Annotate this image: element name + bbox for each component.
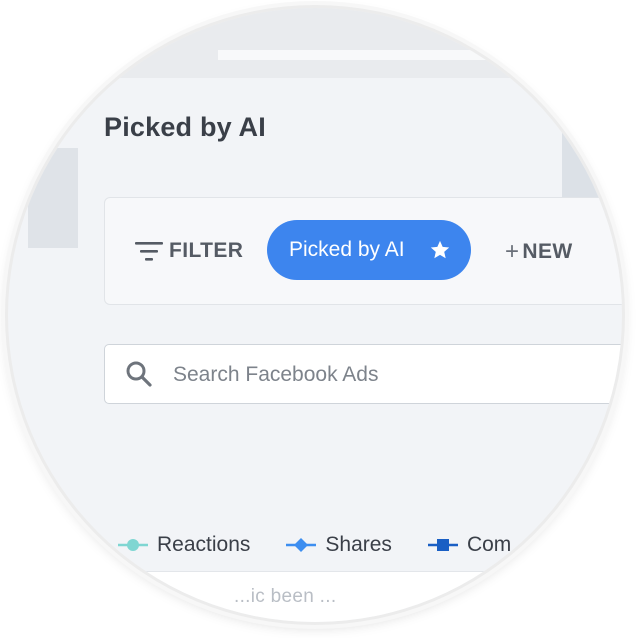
diamond-marker-icon	[286, 538, 317, 552]
legend-item-shares[interactable]: Shares	[286, 533, 392, 557]
circle-marker-icon	[118, 539, 148, 551]
square-marker-icon	[427, 539, 458, 551]
legend-label: Shares	[325, 533, 392, 556]
search-input[interactable]	[171, 355, 622, 395]
picked-by-ai-chip[interactable]: Picked by AI	[267, 220, 471, 280]
filter-label: FILTER	[169, 239, 244, 262]
page-title: Picked by AI	[104, 112, 266, 142]
magnifier-lens: Picked by AI FILTER Picked by AI + NEW S…	[8, 8, 622, 622]
blurred-top-bar	[98, 8, 568, 78]
new-label: NEW	[522, 240, 573, 263]
legend-label: Reactions	[157, 533, 251, 556]
blurred-top-bar-highlight	[218, 50, 548, 60]
blurred-left-panel	[28, 148, 78, 248]
star-icon[interactable]	[429, 239, 451, 261]
legend-item-comments[interactable]: Com	[427, 533, 512, 557]
filter-toolbar: FILTER Picked by AI + NEW	[104, 197, 622, 305]
ad-card-text: ...ic been ...	[234, 586, 337, 607]
ad-card-preview: ...ic been ...	[104, 571, 622, 622]
legend-label: Com	[466, 533, 512, 556]
search-icon	[126, 361, 152, 387]
new-button[interactable]: + NEW	[505, 236, 573, 268]
search-box[interactable]	[104, 344, 622, 404]
filter-icon	[135, 242, 163, 261]
chart-legend: Reactions Shares Com	[118, 530, 511, 560]
plus-icon: +	[505, 238, 520, 265]
chip-label: Picked by AI	[289, 238, 405, 261]
filter-button[interactable]: FILTER	[135, 234, 243, 268]
legend-item-reactions[interactable]: Reactions	[118, 533, 250, 557]
